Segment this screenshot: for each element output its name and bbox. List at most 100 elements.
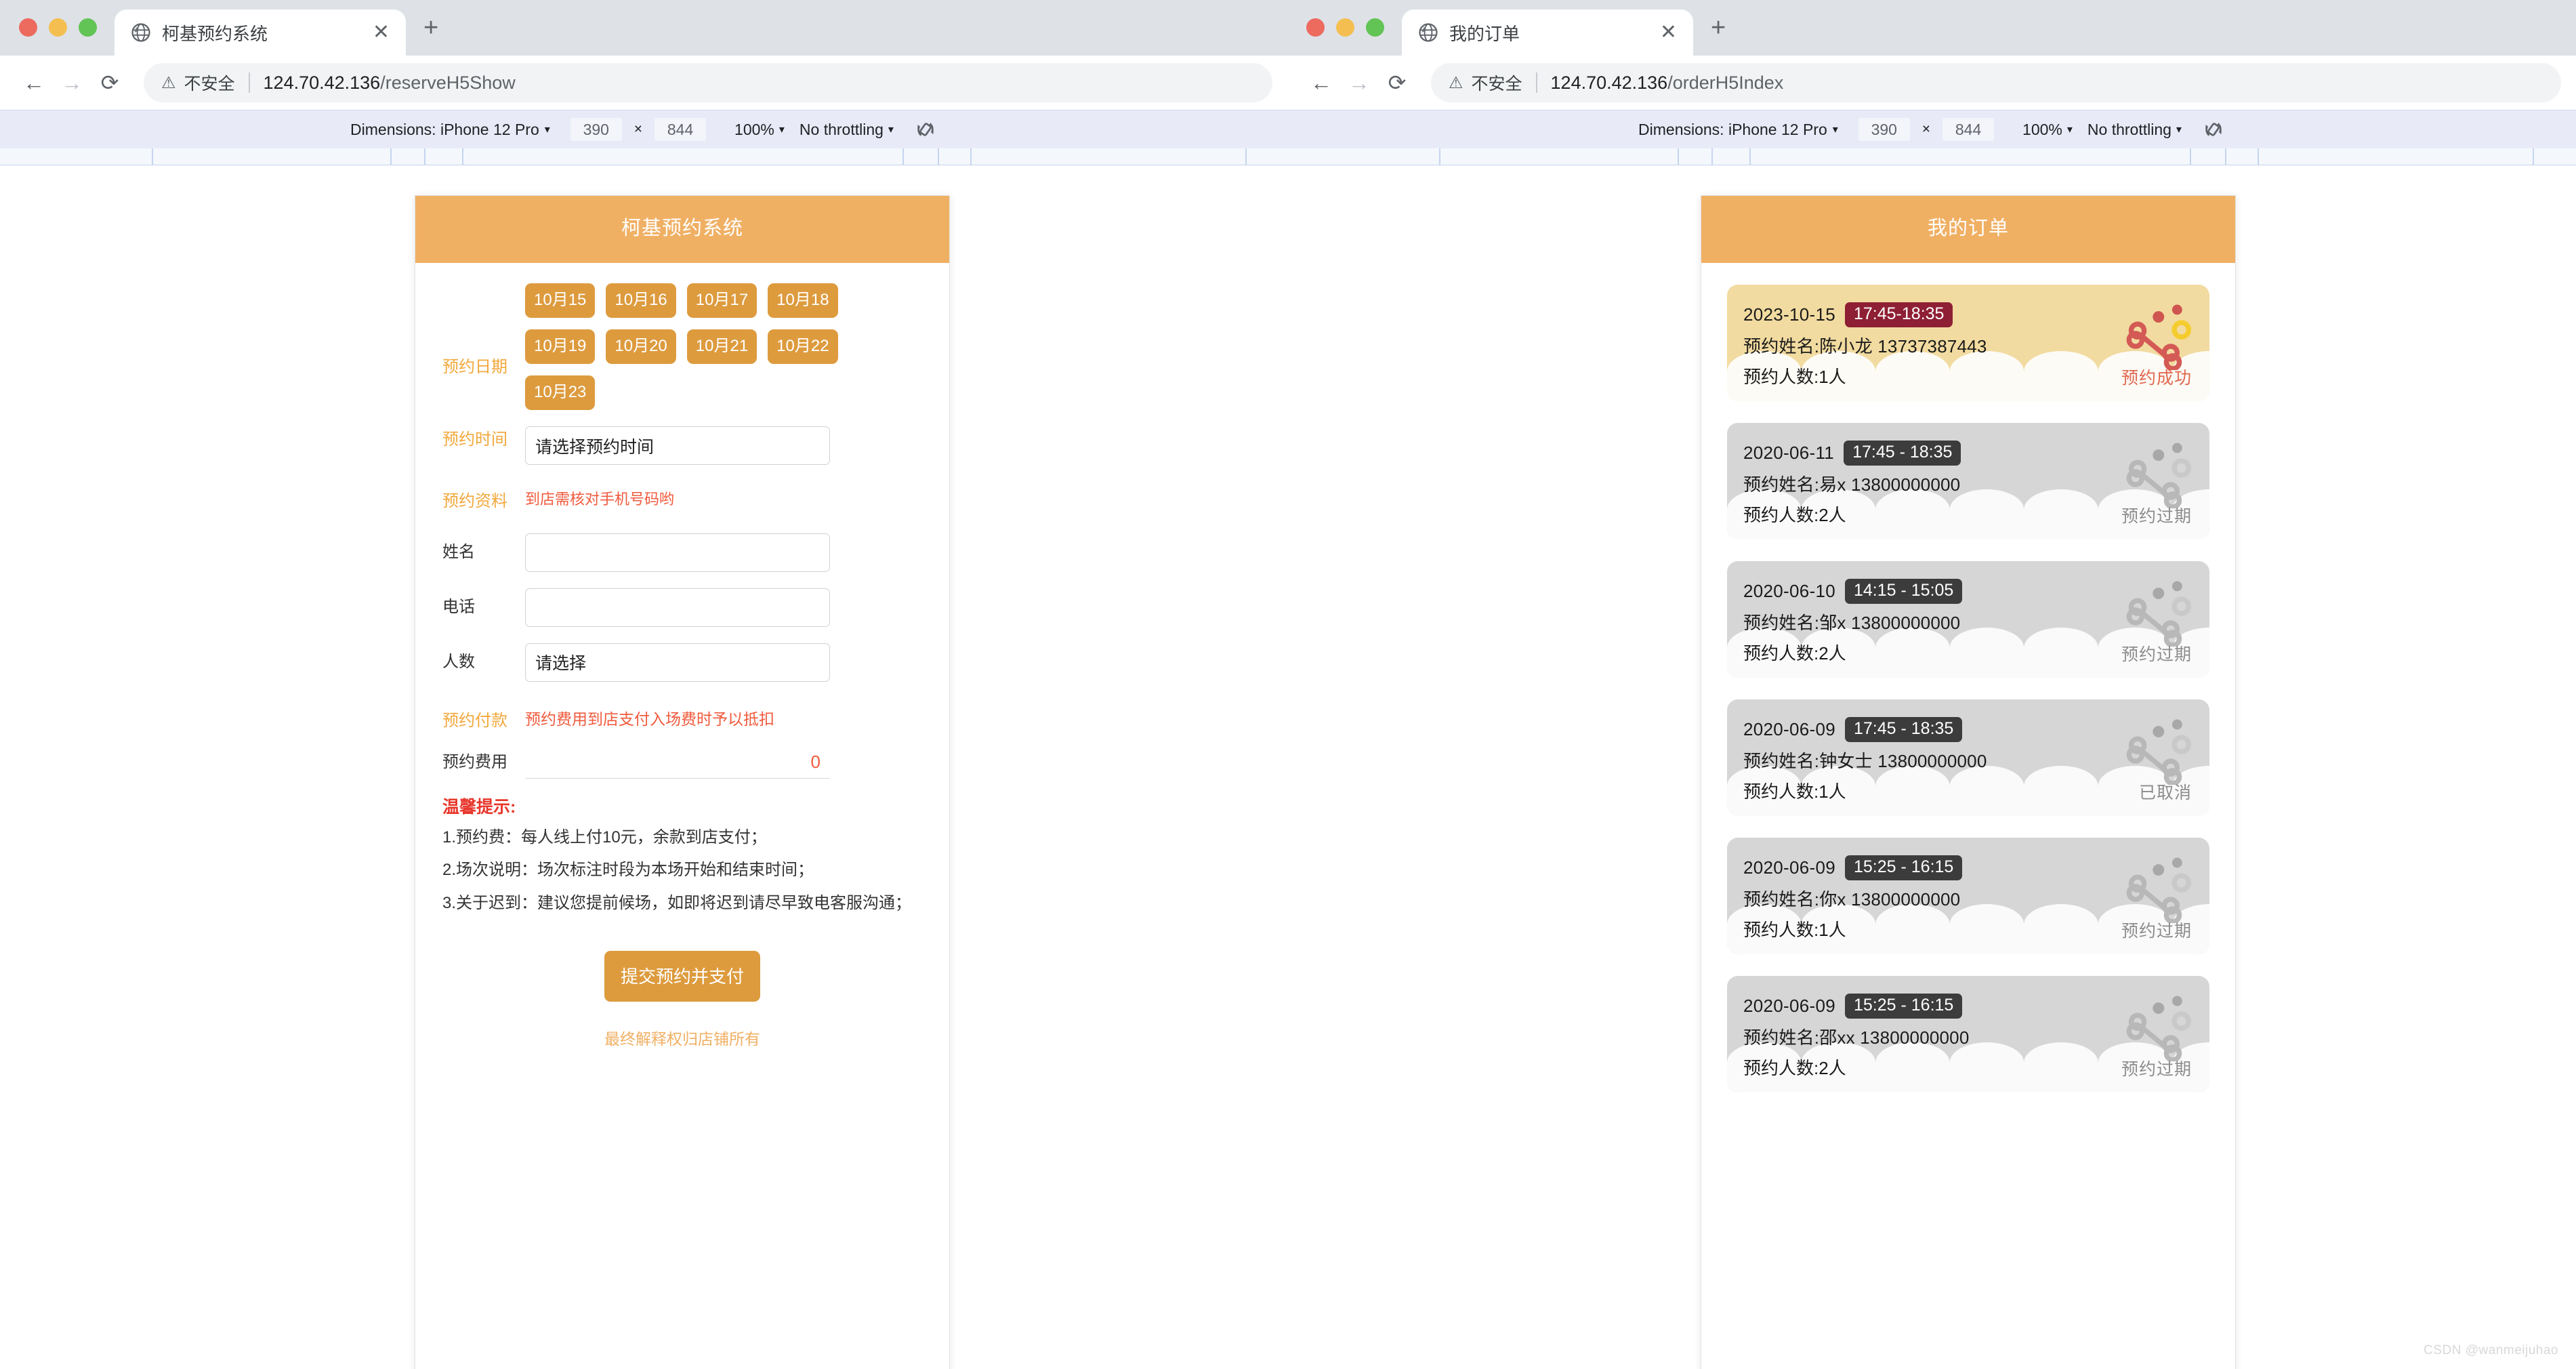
- tab-strip-left: 柯基预约系统 ✕ +: [0, 0, 1287, 56]
- submit-reservation-button[interactable]: 提交预约并支付: [604, 951, 760, 1002]
- name-label: 姓名: [442, 542, 475, 561]
- date-chip[interactable]: 10月21: [686, 329, 757, 364]
- browser-tab-orders[interactable]: 我的订单 ✕: [1402, 9, 1693, 56]
- order-time-badge: 14:15 - 15:05: [1845, 579, 1963, 604]
- order-time-badge: 15:25 - 16:15: [1845, 994, 1963, 1019]
- device-width-input[interactable]: 390: [570, 118, 622, 141]
- name-input[interactable]: [525, 533, 830, 572]
- date-chip-list: 10月15 10月16 10月17 10月18 10月19 10月20 10月21 10月22…: [525, 283, 922, 410]
- back-button[interactable]: ←: [15, 64, 53, 102]
- network-throttling-select[interactable]: No throttling ▾: [2087, 121, 2182, 139]
- device-zoom-select[interactable]: 100% ▾: [734, 121, 785, 139]
- fee-label: 预约费用: [442, 752, 507, 771]
- maximize-window-button[interactable]: [1366, 18, 1384, 37]
- device-zoom-label: 100%: [2022, 120, 2062, 138]
- order-card[interactable]: 2020-06-09 17:45 - 18:35 预约姓名:钟女士 13800000…: [1727, 699, 2209, 816]
- tips-line: 1.预约费：每人线上付10元，余款到店支付；: [442, 827, 767, 846]
- forward-button[interactable]: →: [1340, 64, 1378, 102]
- nav-toolbar-right: ← → ⟳ ⚠ 不安全 124.70.42.136/orderH5Index: [1287, 56, 2576, 110]
- network-throttling-select[interactable]: No throttling ▾: [799, 121, 894, 139]
- date-chip[interactable]: 10月17: [686, 283, 757, 318]
- close-window-button[interactable]: [19, 18, 37, 37]
- device-preset-label: Dimensions: iPhone 12 Pro: [1638, 120, 1827, 138]
- page-title: 柯基预约系统: [415, 196, 949, 263]
- date-chip[interactable]: 10月18: [768, 283, 838, 318]
- info-hint: 到店需核对手机号码哟: [525, 491, 675, 508]
- address-bar-left[interactable]: ⚠ 不安全 124.70.42.136/reserveH5Show: [144, 63, 1272, 102]
- url-path: /reserveH5Show: [380, 72, 516, 93]
- device-zoom-select[interactable]: 100% ▾: [2022, 121, 2073, 139]
- tab-strip-right: 我的订单 ✕ +: [1287, 0, 2576, 56]
- order-date: 2020-06-09: [1743, 719, 1835, 739]
- network-throttling-label: No throttling: [2087, 120, 2172, 138]
- time-label: 预约时间: [442, 430, 507, 449]
- chevron-down-icon: ▾: [2176, 124, 2182, 136]
- date-chip[interactable]: 10月23: [525, 375, 596, 410]
- people-select[interactable]: 请选择: [525, 642, 830, 682]
- device-preset-label: Dimensions: iPhone 12 Pro: [350, 120, 539, 138]
- back-button[interactable]: ←: [1302, 64, 1340, 102]
- url-text: 124.70.42.136/orderH5Index: [1551, 73, 1784, 94]
- forward-button[interactable]: →: [53, 64, 91, 102]
- time-select[interactable]: 请选择预约时间: [525, 426, 830, 465]
- info-label: 预约资料: [442, 492, 507, 510]
- divider: [248, 73, 250, 93]
- rotate-device-icon[interactable]: [2202, 118, 2225, 141]
- order-date: 2020-06-10: [1743, 581, 1835, 601]
- nav-toolbar-left: ← → ⟳ ⚠ 不安全 124.70.42.136/reserveH5Show: [0, 56, 1287, 110]
- device-toolbar-left: Dimensions: iPhone 12 Pro ▾ 390 × 844 10…: [0, 110, 1287, 148]
- people-label: 人数: [442, 652, 475, 671]
- new-tab-button[interactable]: +: [406, 15, 438, 56]
- date-chip[interactable]: 10月16: [606, 283, 676, 318]
- close-window-button[interactable]: [1306, 18, 1325, 37]
- minimize-window-button[interactable]: [1336, 18, 1354, 37]
- reload-button[interactable]: ⟳: [1378, 64, 1416, 102]
- chevron-down-icon: ▾: [778, 124, 785, 136]
- payment-hint: 预约费用到店支付入场费时予以抵扣: [525, 710, 774, 728]
- order-card[interactable]: 2020-06-09 15:25 - 16:15 预约姓名:你x 138000000…: [1727, 838, 2209, 954]
- browser-window-left: 柯基预约系统 ✕ + ← → ⟳ ⚠ 不安全 124.70.42.136/res…: [0, 0, 1287, 165]
- device-preset-select[interactable]: Dimensions: iPhone 12 Pro ▾: [350, 121, 550, 139]
- watermark: CSDN @wanmeijuhao: [2424, 1343, 2558, 1357]
- date-chip[interactable]: 10月22: [768, 329, 838, 364]
- device-ruler-left: [0, 148, 1287, 165]
- device-toolbar-right: Dimensions: iPhone 12 Pro ▾ 390 × 844 10…: [1287, 110, 2576, 148]
- globe-icon: [1418, 22, 1438, 43]
- status-badge: 预约过期: [2121, 645, 2192, 664]
- date-chip[interactable]: 10月19: [525, 329, 596, 364]
- address-bar-right[interactable]: ⚠ 不安全 124.70.42.136/orderH5Index: [1431, 63, 2561, 102]
- device-height-input[interactable]: 844: [1943, 118, 1995, 141]
- device-height-input[interactable]: 844: [655, 118, 707, 141]
- status-badge: 预约过期: [2121, 1060, 2192, 1079]
- order-card[interactable]: 2020-06-10 14:15 - 15:05 预约姓名:邹x 138000000…: [1727, 561, 2209, 678]
- warning-triangle-icon: ⚠: [1449, 73, 1463, 92]
- date-chip[interactable]: 10月20: [606, 329, 676, 364]
- rotate-device-icon[interactable]: [914, 118, 937, 141]
- tips-list: 1.预约费：每人线上付10元，余款到店支付； 2.场次说明：场次标注时段为本场开始…: [442, 825, 922, 918]
- device-preset-select[interactable]: Dimensions: iPhone 12 Pro ▾: [1638, 121, 1838, 139]
- security-status-label: 不安全: [184, 75, 235, 94]
- order-card[interactable]: 2023-10-15 17:45-18:35 预约姓名:陈小龙 1373738744…: [1727, 285, 2209, 401]
- maximize-window-button[interactable]: [79, 18, 97, 37]
- fee-row: 预约费用 0: [442, 746, 922, 779]
- date-chip[interactable]: 10月15: [525, 283, 596, 318]
- reload-button[interactable]: ⟳: [91, 64, 129, 102]
- time-row: 预约时间 请选择预约时间: [442, 426, 922, 465]
- window-controls-right: [1287, 18, 1384, 56]
- close-icon[interactable]: ✕: [367, 20, 395, 45]
- device-width-input[interactable]: 390: [1858, 118, 1910, 141]
- device-zoom-label: 100%: [734, 120, 774, 138]
- reserve-page-frame: 柯基预约系统 预约日期 10月15 10月16 10月17 10月18 10月19 10月…: [415, 195, 950, 1369]
- order-card[interactable]: 2020-06-11 17:45 - 18:35 预约姓名:易x 138000000…: [1727, 423, 2209, 539]
- orders-page-frame: 我的订单 2023-10-15 17:45-18:35 预约姓名:陈小龙 13737…: [1701, 195, 2236, 1369]
- order-card[interactable]: 2020-06-09 15:25 - 16:15 预约姓名:邵xx 13800000…: [1727, 976, 2209, 1092]
- status-badge: 预约过期: [2121, 507, 2192, 526]
- phone-input[interactable]: [525, 588, 830, 627]
- browser-tab-reserve[interactable]: 柯基预约系统 ✕: [115, 9, 406, 56]
- globe-icon: [131, 22, 151, 43]
- new-tab-button[interactable]: +: [1693, 15, 1726, 56]
- chevron-down-icon: ▾: [1832, 124, 1838, 136]
- phone-label: 电话: [442, 597, 475, 616]
- minimize-window-button[interactable]: [49, 18, 67, 37]
- close-icon[interactable]: ✕: [1655, 20, 1682, 45]
